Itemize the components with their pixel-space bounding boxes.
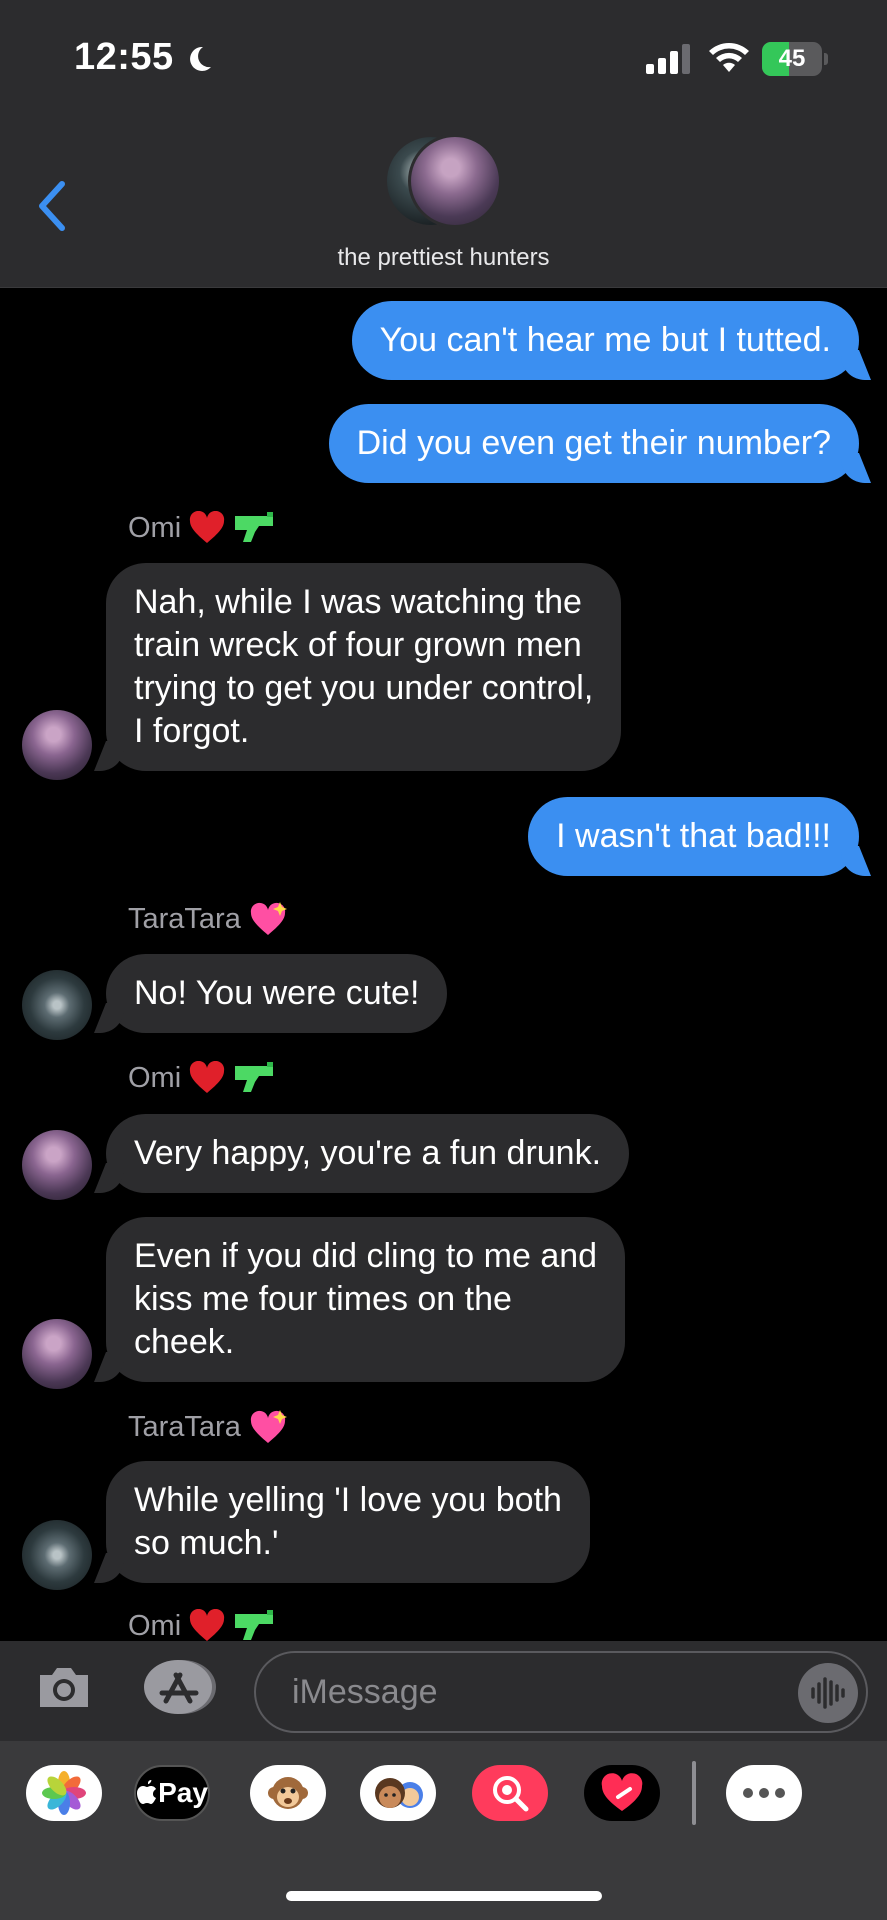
- status-time: 12:55: [74, 36, 174, 78]
- chevron-left-icon[interactable]: [34, 180, 70, 232]
- sender-label: Omi: [128, 1061, 277, 1095]
- avatar[interactable]: [22, 1319, 92, 1389]
- photos-app-icon[interactable]: [26, 1765, 102, 1821]
- moon-icon: [190, 46, 211, 71]
- home-indicator[interactable]: [286, 1891, 602, 1901]
- avatar[interactable]: [22, 710, 92, 780]
- conversation-header: 12:55 45 the prettiest hunters: [0, 0, 887, 288]
- incoming-message[interactable]: While yelling 'I love you both so much.': [106, 1461, 590, 1583]
- camera-icon[interactable]: [36, 1663, 92, 1711]
- app-store-icon[interactable]: [144, 1659, 216, 1715]
- sender-label: TaraTara: [128, 1409, 287, 1445]
- image-search-app-icon[interactable]: [472, 1765, 548, 1821]
- cellular-signal-icon: [646, 44, 690, 74]
- water-pistol-emoji: [235, 512, 274, 542]
- message-input-placeholder: iMessage: [292, 1673, 438, 1711]
- red-heart-emoji: [190, 511, 225, 543]
- sparkling-heart-emoji: [250, 902, 287, 935]
- sender-name: TaraTara: [128, 1410, 241, 1443]
- memoji-stickers-app-icon[interactable]: [250, 1765, 326, 1821]
- outgoing-message[interactable]: I wasn't that bad!!!: [528, 797, 859, 876]
- battery-percent: 45: [778, 45, 806, 72]
- outgoing-message[interactable]: You can't hear me but I tutted.: [351, 301, 859, 380]
- sender-name: Omi: [128, 1061, 182, 1094]
- drawer-divider: [692, 1761, 696, 1825]
- red-heart-emoji: [190, 1061, 225, 1093]
- sparkling-heart-emoji: [250, 1410, 287, 1443]
- avatar[interactable]: [22, 1130, 92, 1200]
- sender-name: Omi: [128, 511, 182, 544]
- message-list[interactable]: You can't hear me but I tutted. Did you …: [0, 289, 887, 1641]
- wifi-icon: [709, 43, 749, 72]
- battery-indicator: 45: [762, 42, 828, 76]
- water-pistol-emoji: [235, 1062, 274, 1092]
- imessage-app-drawer: Pay: [0, 1741, 887, 1920]
- message-input[interactable]: iMessage: [254, 1651, 868, 1733]
- sender-label: TaraTara: [128, 901, 287, 937]
- red-heart-emoji: [190, 1609, 225, 1641]
- group-name[interactable]: the prettiest hunters: [0, 244, 887, 272]
- sender-label: Omi: [128, 511, 277, 545]
- apple-logo-icon: [137, 1780, 157, 1804]
- avatar[interactable]: [22, 1520, 92, 1590]
- message-composer: iMessage: [0, 1641, 887, 1741]
- water-pistol-emoji: [235, 1610, 274, 1640]
- apple-pay-app-icon[interactable]: Pay: [134, 1765, 210, 1821]
- more-apps-icon[interactable]: [726, 1765, 802, 1821]
- sender-name: Omi: [128, 1609, 182, 1642]
- incoming-message[interactable]: Even if you did cling to me and kiss me …: [106, 1217, 626, 1382]
- incoming-message[interactable]: Nah, while I was watching the train wrec…: [106, 563, 622, 771]
- sender-label: Omi: [128, 1609, 277, 1641]
- incoming-message[interactable]: Very happy, you're a fun drunk.: [106, 1114, 630, 1193]
- sender-name: TaraTara: [128, 902, 241, 935]
- memoji-app-icon[interactable]: [360, 1765, 436, 1821]
- digital-touch-app-icon[interactable]: [584, 1765, 660, 1821]
- group-avatar[interactable]: [384, 134, 504, 230]
- apple-pay-label: Pay: [158, 1777, 208, 1808]
- incoming-message[interactable]: No! You were cute!: [106, 954, 448, 1033]
- waveform-icon[interactable]: [798, 1663, 858, 1723]
- avatar: [408, 134, 502, 228]
- outgoing-message[interactable]: Did you even get their number?: [328, 404, 859, 483]
- avatar[interactable]: [22, 970, 92, 1040]
